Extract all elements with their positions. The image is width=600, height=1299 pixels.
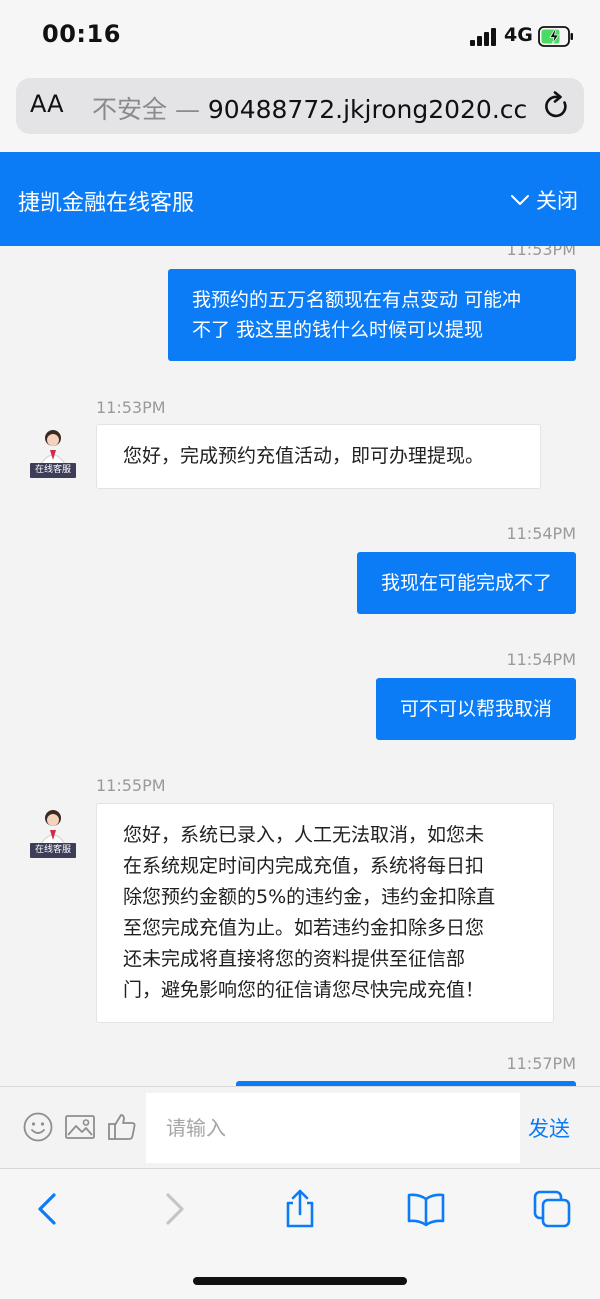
status-time: 00:16: [42, 20, 121, 48]
message-line: 除您预约金额的5%的违约金，违约金扣除直: [123, 886, 496, 908]
send-button[interactable]: 发送: [528, 1113, 570, 1143]
agent-badge: 在线客服: [30, 463, 76, 478]
browser-toolbar: [0, 1168, 600, 1299]
bookmarks-icon[interactable]: [406, 1189, 446, 1229]
agent-avatar-image: [40, 430, 66, 465]
chat-header: 捷凯金融在线客服 关闭: [0, 152, 600, 246]
message-timestamp: 11:53PM: [96, 398, 166, 417]
back-icon[interactable]: [28, 1189, 68, 1229]
agent-avatar-image: [40, 810, 66, 845]
tabs-icon[interactable]: [532, 1189, 572, 1229]
message-line: 我预约的五万名额现在有点变动 可能冲: [192, 289, 522, 311]
agent-avatar: 在线客服: [28, 806, 78, 858]
incoming-message: 您好，完成预约充值活动，即可办理提现。: [96, 424, 541, 489]
outgoing-message: 我预约的五万名额现在有点变动 可能冲 不了 我这里的钱什么时候可以提现: [168, 269, 576, 361]
smiley-icon[interactable]: [22, 1111, 54, 1143]
incoming-message: 您好，系统已录入，人工无法取消，如您未 在系统规定时间内完成充值，系统将每日扣 …: [96, 803, 554, 1023]
outgoing-message: 可不可以帮我取消: [375, 678, 576, 740]
image-icon[interactable]: [64, 1111, 96, 1143]
message-list[interactable]: 11:53PM 我预约的五万名额现在有点变动 可能冲 不了 我这里的钱什么时候可…: [0, 246, 600, 1086]
message-input[interactable]: [146, 1093, 520, 1163]
chat-input-bar: 发送: [0, 1086, 600, 1168]
network-type: 4G: [504, 24, 533, 46]
thumbs-up-icon[interactable]: [106, 1111, 138, 1143]
message-timestamp: 11:57PM: [506, 1054, 576, 1073]
message-line: 您好，系统已录入，人工无法取消，如您未: [123, 824, 485, 846]
status-bar: 00:16 4G: [0, 0, 600, 72]
security-label: 不安全 —: [92, 95, 200, 124]
url-text: 90488772.jkjrong2020.cc: [207, 95, 528, 124]
battery-charging-icon: [538, 26, 573, 47]
address-bar[interactable]: AA 不安全 — 90488772.jkjrong2020.cc: [16, 78, 584, 134]
reload-icon[interactable]: [542, 90, 572, 122]
chevron-down-icon: [511, 195, 529, 205]
agent-badge: 在线客服: [30, 843, 76, 858]
message-line: 门，避免影响您的征信请您尽快完成充值！: [123, 979, 485, 1001]
browser-address-area: AA 不安全 — 90488772.jkjrong2020.cc: [0, 72, 600, 152]
message-line: 还未完成将直接将您的资料提供至征信部: [123, 948, 466, 970]
close-button[interactable]: 关闭: [510, 185, 578, 215]
forward-icon[interactable]: [154, 1189, 194, 1229]
message-timestamp: 11:55PM: [96, 776, 166, 795]
signal-icon: [470, 28, 498, 46]
text-size-button[interactable]: AA: [30, 90, 64, 118]
text-size-label: AA: [30, 90, 64, 118]
message-line: 不了 我这里的钱什么时候可以提现: [192, 319, 484, 341]
message-timestamp: 11:54PM: [506, 650, 576, 669]
outgoing-message: 我现在可能完成不了: [356, 552, 576, 614]
message-line: 在系统规定时间内完成充值，系统将每日扣: [123, 855, 485, 877]
share-icon[interactable]: [280, 1189, 320, 1229]
agent-avatar: 在线客服: [28, 426, 78, 478]
chat-title: 捷凯金融在线客服: [18, 191, 195, 216]
close-label: 关闭: [536, 189, 578, 213]
url-display[interactable]: 不安全 — 90488772.jkjrong2020.cc: [92, 90, 544, 126]
message-timestamp: 11:53PM: [506, 246, 576, 259]
message-timestamp: 11:54PM: [506, 524, 576, 543]
message-line: 至您完成充值为止。如若违约金扣除多日您: [123, 917, 485, 939]
home-indicator: [193, 1277, 407, 1285]
